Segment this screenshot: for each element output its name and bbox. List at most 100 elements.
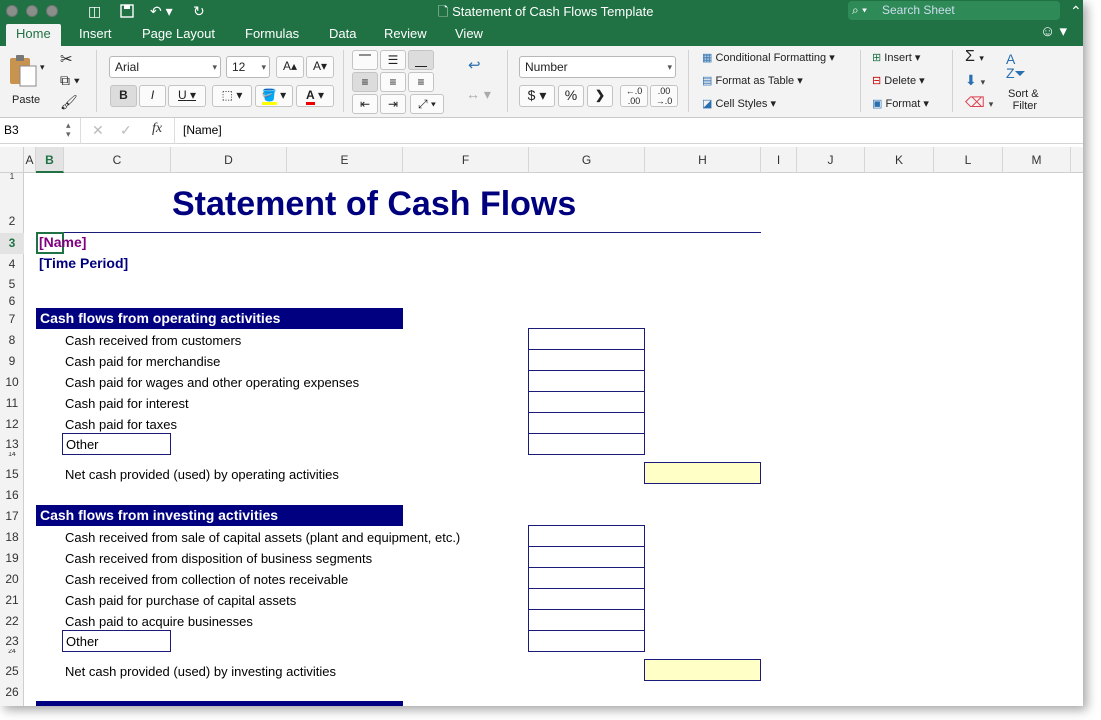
paste-button[interactable]: ▾ Paste <box>6 52 49 106</box>
amount-input-cell[interactable] <box>528 546 645 568</box>
cell-styles-button[interactable]: ◪ Cell Styles ▾ <box>702 97 776 110</box>
row-header[interactable]: 6 <box>0 292 24 310</box>
percent-button[interactable]: % <box>558 85 584 107</box>
insert-function-icon[interactable]: fx <box>152 121 162 137</box>
column-header-d[interactable]: D <box>171 147 287 173</box>
name-box-stepper-icon[interactable]: ▴ ▾ <box>66 121 71 139</box>
row-header[interactable]: 13 <box>0 435 24 453</box>
comma-style-button[interactable]: ❯ <box>587 85 613 107</box>
merge-center-icon[interactable]: ↔ ▾ <box>466 86 491 103</box>
tab-view[interactable]: View <box>455 26 483 42</box>
font-name-select[interactable]: Arial ▾ <box>109 56 221 78</box>
wrap-text-icon[interactable]: ↩ <box>468 56 481 74</box>
tab-home[interactable]: Home <box>6 24 61 46</box>
increase-decimal-button[interactable]: ←.0.00 <box>620 85 648 107</box>
row-header[interactable]: 17 <box>0 506 24 527</box>
time-period-cell[interactable]: [Time Period] <box>39 255 128 271</box>
investing-item-label[interactable]: Cash paid to acquire businesses <box>65 614 253 629</box>
row-header[interactable]: 14 <box>0 452 24 458</box>
row-header[interactable]: 10 <box>0 372 24 393</box>
align-top-button[interactable]: ⎺ <box>352 50 378 70</box>
fill-icon[interactable]: ⬇ ▾ <box>965 72 985 89</box>
investing-item-label[interactable]: Cash received from sale of capital asset… <box>65 530 460 545</box>
column-header-c[interactable]: C <box>64 147 171 173</box>
zoom-window-button[interactable] <box>46 5 58 17</box>
tab-review[interactable]: Review <box>384 26 427 42</box>
number-format-select[interactable]: Number ▾ <box>519 56 676 78</box>
align-middle-button[interactable]: ☰ <box>380 50 406 70</box>
smiley-feedback-icon[interactable]: ☺ ▾ <box>1040 24 1067 40</box>
borders-button[interactable]: ⬚ ▾ <box>212 85 252 107</box>
operating-other-cell[interactable]: Other <box>62 433 171 455</box>
decrease-font-size-button[interactable]: A▾ <box>306 56 334 78</box>
operating-item-label[interactable]: Cash paid for taxes <box>65 417 177 432</box>
amount-input-cell[interactable] <box>528 391 645 413</box>
column-header-g[interactable]: G <box>529 147 645 173</box>
amount-input-cell[interactable] <box>528 630 645 652</box>
name-box[interactable]: B3 <box>4 123 60 137</box>
autosum-icon[interactable]: Σ ▾ <box>965 48 984 66</box>
align-left-button[interactable]: ≡ <box>352 72 378 92</box>
operating-item-label[interactable]: Cash paid for interest <box>65 396 189 411</box>
window-expand-icon[interactable]: ⌃ <box>1070 2 1082 20</box>
column-header-a[interactable]: A <box>24 147 36 173</box>
font-size-select[interactable]: 12 ▾ <box>226 56 270 78</box>
row-header[interactable]: 8 <box>0 330 24 351</box>
column-header-h[interactable]: H <box>645 147 761 173</box>
operating-item-label[interactable]: Cash paid for wages and other operating … <box>65 375 359 390</box>
align-center-button[interactable]: ≡ <box>380 72 406 92</box>
investing-item-label[interactable]: Cash received from collection of notes r… <box>65 572 348 587</box>
column-header-b[interactable]: B <box>36 147 64 173</box>
row-header[interactable]: 7 <box>0 309 24 330</box>
format-cells-button[interactable]: ▣ Format ▾ <box>872 97 929 110</box>
italic-button[interactable]: I <box>139 85 166 107</box>
operating-item-label[interactable]: Cash received from customers <box>65 333 241 348</box>
column-header-m[interactable]: M <box>1003 147 1071 173</box>
tab-data[interactable]: Data <box>329 26 356 42</box>
amount-input-cell[interactable] <box>528 588 645 610</box>
column-header-k[interactable]: K <box>865 147 934 173</box>
row-header[interactable]: 16 <box>0 485 24 506</box>
row-header[interactable]: 15 <box>0 464 24 485</box>
column-header-f[interactable]: F <box>403 147 529 173</box>
bold-button[interactable]: B <box>110 85 137 107</box>
underline-button[interactable]: U ▾ <box>168 85 206 107</box>
decrease-indent-button[interactable]: ⇤ <box>352 94 378 114</box>
format-as-table-button[interactable]: ▤ Format as Table ▾ <box>702 74 803 87</box>
row-header[interactable]: 21 <box>0 590 24 611</box>
conditional-formatting-button[interactable]: ▦ Conditional Formatting ▾ <box>702 51 835 64</box>
increase-font-size-button[interactable]: A▴ <box>276 56 304 78</box>
row-header[interactable]: 22 <box>0 611 24 632</box>
row-header[interactable]: 23 <box>0 632 24 650</box>
currency-button[interactable]: $ ▾ <box>519 85 555 107</box>
tab-page-layout[interactable]: Page Layout <box>142 26 215 42</box>
operating-net-total-cell[interactable] <box>644 462 761 484</box>
row-header[interactable]: 4 <box>0 254 24 275</box>
amount-input-cell[interactable] <box>528 525 645 547</box>
align-right-button[interactable]: ≡ <box>408 72 434 92</box>
row-header[interactable]: 12 <box>0 414 24 435</box>
row-header[interactable]: 9 <box>0 351 24 372</box>
increase-indent-button[interactable]: ⇥ <box>380 94 406 114</box>
search-sheet-input[interactable]: ⌕ ▾ Search Sheet <box>848 1 1060 20</box>
paste-dropdown-icon[interactable]: ▾ <box>40 62 45 73</box>
decrease-decimal-button[interactable]: .00 →.0 <box>650 85 678 107</box>
investing-section-header[interactable]: Cash flows from investing activities <box>36 505 403 526</box>
row-header-selected[interactable]: 3 <box>0 233 24 254</box>
row-header[interactable]: 18 <box>0 527 24 548</box>
align-bottom-button[interactable]: ⎽ <box>408 50 434 70</box>
format-painter-icon[interactable]: 🖌 <box>60 94 78 111</box>
confirm-entry-icon[interactable]: ✓ <box>120 122 132 139</box>
investing-net-total-cell[interactable] <box>644 659 761 681</box>
row-header[interactable]: 1 <box>0 173 24 181</box>
column-header-e[interactable]: E <box>287 147 403 173</box>
company-name-cell[interactable]: [Name] <box>39 234 86 250</box>
fill-color-button[interactable]: 🪣 ▾ <box>255 85 293 107</box>
operating-section-header[interactable]: Cash flows from operating activities <box>36 308 403 329</box>
amount-input-cell[interactable] <box>528 433 645 455</box>
investing-item-label[interactable]: Cash paid for purchase of capital assets <box>65 593 296 608</box>
investing-other-cell[interactable]: Other <box>62 630 171 652</box>
row-header[interactable]: 11 <box>0 393 24 414</box>
tab-insert[interactable]: Insert <box>79 26 112 42</box>
amount-input-cell[interactable] <box>528 609 645 631</box>
